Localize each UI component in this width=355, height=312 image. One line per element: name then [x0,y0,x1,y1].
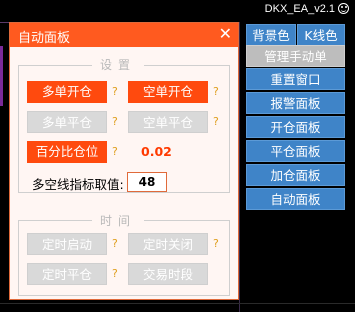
smiley-icon[interactable] [338,3,349,14]
auto-panel-button[interactable]: 自动面板 [246,188,345,210]
help-icon[interactable]: ? [112,267,118,280]
k-line-color-button[interactable]: K线色 [297,24,345,46]
indicator-input[interactable]: 48 [127,172,167,192]
pct-value: 0.02 [141,144,172,159]
timer-close-button[interactable]: 定时平仓 [27,263,107,285]
help-icon[interactable]: ? [112,237,118,250]
panel-title: 自动面板 [18,31,71,46]
help-icon[interactable]: ? [213,237,219,250]
chart-gridline [239,22,240,312]
manage-manual-orders-button[interactable]: 管理手动单 [246,45,345,67]
chart-price-line [0,46,3,106]
ea-title: DKX_EA_v2.1 [264,3,335,15]
pct-position-button[interactable]: 百分比仓位 [27,141,107,163]
add-position-panel-button[interactable]: 加仓面板 [246,164,345,186]
help-icon[interactable]: ? [213,115,219,128]
help-icon[interactable]: ? [112,85,118,98]
bg-color-button[interactable]: 背景色 [246,24,296,46]
open-short-button[interactable]: 空单开仓 [128,81,208,103]
indicator-label: 多空线指标取值: [32,177,124,192]
chart-gridline [0,303,355,304]
time-group-label: 时间 [92,212,145,229]
help-icon[interactable]: ? [112,145,118,158]
help-icon[interactable]: ? [213,85,219,98]
close-short-button[interactable]: 空单平仓 [128,111,208,133]
timer-start-button[interactable]: 定时启动 [27,233,107,255]
reset-window-button[interactable]: 重置窗口 [246,68,345,90]
help-icon[interactable]: ? [112,115,118,128]
alarm-panel-button[interactable]: 报警面板 [246,92,345,114]
open-panel-button[interactable]: 开仓面板 [246,116,345,138]
timer-stop-button[interactable]: 定时关闭 [128,233,208,255]
trade-period-button[interactable]: 交易时段 [128,263,208,285]
settings-group-label: 设置 [92,56,145,73]
close-panel-button[interactable]: 平仓面板 [246,140,345,162]
close-icon[interactable]: ✕ [219,25,232,43]
panel-header[interactable]: 自动面板 ✕ [10,23,238,47]
close-long-button[interactable]: 多单平仓 [27,111,107,133]
open-long-button[interactable]: 多单开仓 [27,81,107,103]
auto-panel: 自动面板 ✕ 设置 多单开仓 ? 空单开仓 ? 多单平仓 ? 空单平仓 ? 百分… [9,22,239,300]
